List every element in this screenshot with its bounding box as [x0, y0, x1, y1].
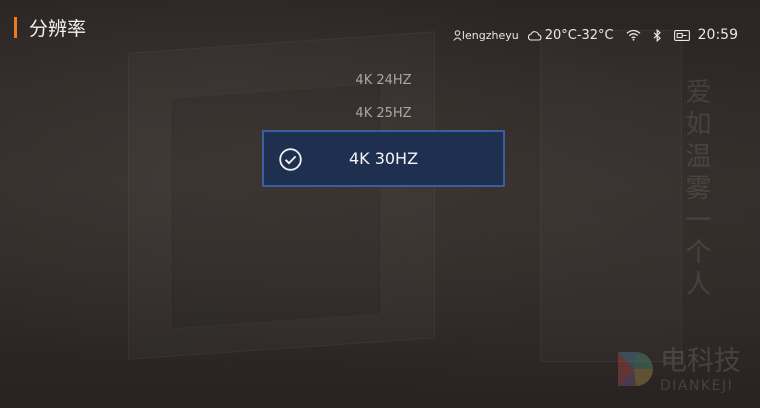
resolution-option-4k-25hz[interactable]: 4K 25HZ: [262, 97, 505, 130]
option-label: 4K 25HZ: [355, 106, 412, 121]
watermark-en: DIANKEJI: [660, 378, 734, 394]
resolution-option-4k-24hz[interactable]: 4K 24HZ: [262, 64, 505, 97]
title-accent-bar: [14, 17, 17, 38]
resolution-menu: 4K 24HZ 4K 25HZ 4K 30HZ: [262, 64, 505, 187]
status-bar: lengzheyu 20°C-32°C 20:59: [453, 27, 738, 43]
page-title: 分辨率: [29, 18, 87, 40]
watermark: 电科技 DIANKEJI: [614, 348, 741, 394]
resolution-option-4k-30hz[interactable]: 4K 30HZ: [262, 130, 505, 187]
background-text: 爱如温雾一个人: [681, 78, 711, 302]
wifi-icon: [626, 29, 641, 41]
check-circle-icon: [279, 148, 302, 175]
option-label: 4K 30HZ: [348, 149, 419, 168]
bluetooth-icon: [653, 28, 662, 42]
video-input-icon: [673, 29, 690, 41]
bg-poster: [540, 30, 682, 362]
user-name: lengzheyu: [461, 28, 519, 42]
page-header: 分辨率: [14, 14, 86, 41]
clock: 20:59: [697, 27, 738, 43]
watermark-cn: 电科技: [660, 346, 741, 377]
user-icon: [453, 29, 462, 41]
background: 爱如温雾一个人: [0, 0, 760, 408]
watermark-logo-icon: [618, 352, 653, 386]
option-label: 4K 24HZ: [355, 73, 412, 88]
cloud-icon: [527, 30, 542, 41]
weather-text: 20°C-32°C: [544, 27, 614, 43]
